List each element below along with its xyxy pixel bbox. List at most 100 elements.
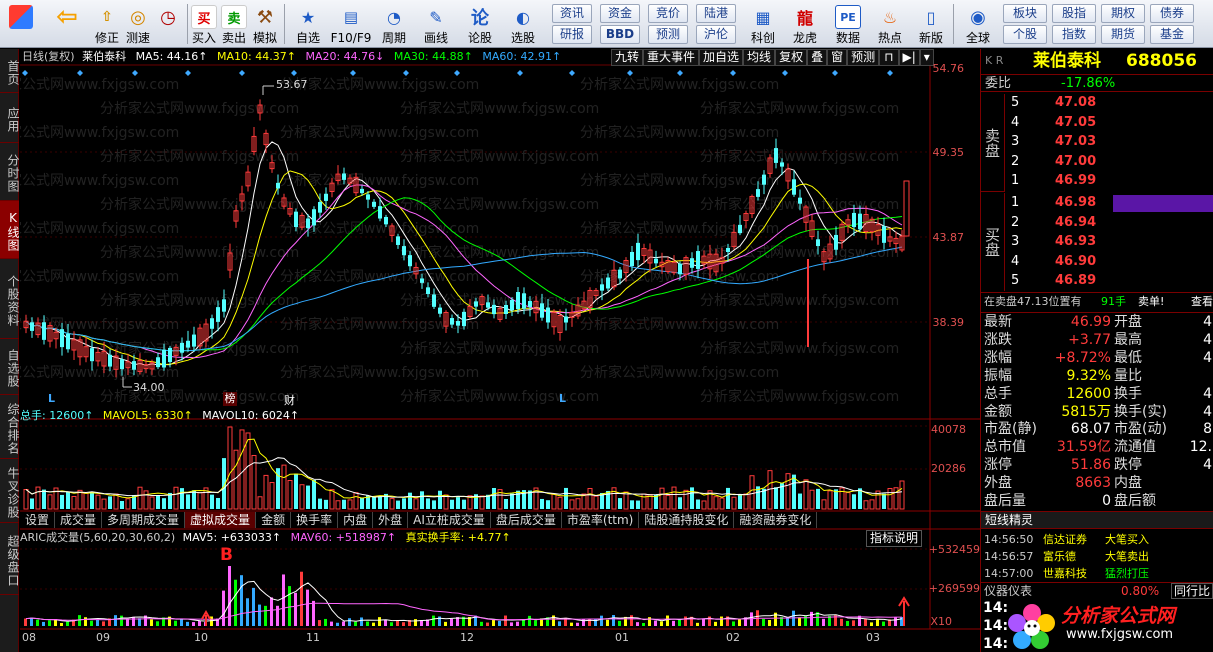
tab-volume[interactable]: 成交量	[55, 512, 103, 528]
tool-major-events[interactable]: 重大事件	[643, 49, 700, 66]
tab-index[interactable]: 指数	[1052, 25, 1096, 44]
period-label[interactable]: 日线(复权)	[22, 50, 75, 63]
tool-forecast[interactable]: 预测	[847, 49, 880, 66]
volume-bar	[108, 496, 112, 509]
nav-apps[interactable]: 应用	[0, 93, 20, 143]
aric-bar	[510, 622, 513, 626]
nav-stock-profile[interactable]: 个股资料	[0, 259, 20, 339]
nav-kline[interactable]: K线图	[0, 201, 20, 259]
dragon-icon: 龍	[796, 9, 813, 28]
global-button[interactable]: ◉ 全球	[958, 2, 998, 46]
tab-after-hours-volume[interactable]: 盘后成交量	[491, 512, 562, 528]
tab-shanghai-london[interactable]: 沪伦	[696, 25, 736, 44]
tool-overlay[interactable]: 叠	[807, 49, 828, 66]
nav-ranking[interactable]: 综合排名	[0, 395, 20, 459]
speed-test-button[interactable]: ◎ 测速	[124, 2, 152, 46]
nav-diagnosis[interactable]: 牛叉诊股	[0, 459, 20, 523]
aric-bar	[432, 615, 435, 626]
tool-nine-turn[interactable]: 九转	[611, 49, 644, 66]
finance-marker[interactable]: 财	[284, 392, 295, 408]
news-item[interactable]: 14:56:57 富乐德 大笔卖出	[981, 548, 1213, 565]
ask-row[interactable]: 2 47.00	[1005, 153, 1213, 171]
candle	[903, 180, 910, 237]
tab-research[interactable]: 研报	[552, 25, 592, 44]
tab-options[interactable]: 期权	[1101, 4, 1145, 23]
tab-funds[interactable]: 资金	[600, 4, 640, 23]
tab-settings[interactable]: 设置	[20, 512, 56, 528]
tool-window[interactable]: 窗	[827, 49, 848, 66]
view-link[interactable]: 查看	[1191, 293, 1213, 311]
list-marker[interactable]: 榜	[223, 392, 237, 406]
volume-bar	[294, 473, 298, 509]
tab-futures[interactable]: 期货	[1101, 25, 1145, 44]
tab-index-futures[interactable]: 股指	[1052, 4, 1096, 23]
peer-compare-button[interactable]: 同行比	[1171, 583, 1213, 599]
tab-news[interactable]: 资讯	[552, 4, 592, 23]
news-item[interactable]: 14:56:50 信达证券 大笔买入	[981, 531, 1213, 548]
tab-bonds[interactable]: 债券	[1150, 4, 1194, 23]
ask-row[interactable]: 5 47.08	[1005, 94, 1213, 112]
stock-picker-button[interactable]: ◐ 选股	[503, 2, 543, 46]
ma5-label: MA5: 44.16↑	[135, 50, 208, 63]
aric-bar	[450, 618, 453, 626]
nav-home[interactable]: 首页	[0, 49, 20, 93]
tab-stock[interactable]: 个股	[1003, 25, 1047, 44]
volume-bar	[803, 479, 809, 510]
tab-outer[interactable]: 外盘	[373, 512, 409, 528]
tab-amount[interactable]: 金额	[256, 512, 292, 528]
watchlist-button[interactable]: ★ 自选	[290, 2, 326, 46]
bid-row[interactable]: 1 46.98	[1005, 194, 1213, 212]
tab-hk-holding[interactable]: 陆股通持股变化	[639, 512, 735, 528]
tool-ma[interactable]: 均线	[743, 49, 776, 66]
buy-button[interactable]: 买 买入	[190, 2, 218, 46]
dragon-tiger-button[interactable]: 龍 龙虎	[787, 2, 823, 46]
volume-bar	[299, 484, 305, 510]
indicator-explain-button[interactable]: 指标说明	[866, 530, 923, 547]
nav-watchlist[interactable]: 自选股	[0, 339, 20, 395]
tab-sector[interactable]: 板块	[1003, 4, 1047, 23]
correct-button[interactable]: ⇧ 修正	[92, 2, 122, 46]
ask-row[interactable]: 1 46.99	[1005, 172, 1213, 190]
bid-row[interactable]: 3 46.93	[1005, 233, 1213, 251]
tab-pe-ttm[interactable]: 市盈率(ttm)	[562, 512, 640, 528]
discuss-button[interactable]: 论 论股	[463, 2, 497, 46]
period-button[interactable]: ◔ 周期	[376, 2, 412, 46]
tab-bbd[interactable]: BBD	[600, 25, 640, 44]
nav-timeshare[interactable]: 分时图	[0, 143, 20, 201]
bid-row[interactable]: 2 46.94	[1005, 214, 1213, 232]
tab-margin[interactable]: 融资融券变化	[734, 512, 818, 528]
tab-virtual-volume[interactable]: 虚拟成交量	[185, 512, 257, 528]
simulate-button[interactable]: ⚒ 模拟	[250, 2, 280, 46]
bid-row[interactable]: 4 46.90	[1005, 253, 1213, 271]
tab-forecast[interactable]: 预测	[648, 25, 688, 44]
data-button[interactable]: PE 数据	[830, 2, 866, 46]
ask-row[interactable]: 3 47.03	[1005, 133, 1213, 151]
lock-icon[interactable]: ⊓	[879, 49, 899, 66]
star-market-button[interactable]: ▦ 科创	[745, 2, 781, 46]
tab-inner[interactable]: 内盘	[338, 512, 374, 528]
new-version-button[interactable]: ▯ 新版	[913, 2, 949, 46]
nav-super-order[interactable]: 超级盘口	[0, 523, 20, 595]
f10-button[interactable]: ▤ F10/F9	[330, 2, 372, 46]
bid-row[interactable]: 5 46.89	[1005, 272, 1213, 290]
tab-turnover[interactable]: 换手率	[291, 512, 339, 528]
tab-hk-connect[interactable]: 陆港	[696, 4, 736, 23]
tab-funds-2[interactable]: 基金	[1150, 25, 1194, 44]
news-item[interactable]: 14:57:00 世嘉科技 猛烈打压	[981, 565, 1213, 582]
draw-line-button[interactable]: ✎ 画线	[418, 2, 454, 46]
tool-add-watch[interactable]: 加自选	[699, 49, 744, 66]
grid-button[interactable]	[6, 2, 36, 46]
tab-multi-period-volume[interactable]: 多周期成交量	[102, 512, 186, 528]
hotspot-button[interactable]: ♨ 热点	[872, 2, 908, 46]
back-arrow-icon: ⇦	[56, 2, 78, 32]
tab-ai-volume[interactable]: AI立桩成交量	[408, 512, 491, 528]
sell-button[interactable]: 卖 卖出	[220, 2, 248, 46]
tab-auction[interactable]: 竞价	[648, 4, 688, 23]
date-label: 09	[96, 631, 110, 644]
collapse-icon[interactable]: ▶|	[898, 49, 920, 66]
back-button[interactable]: ⇦	[52, 2, 82, 46]
clock-button[interactable]: ◷ 测速	[153, 2, 183, 46]
tool-adjust[interactable]: 复权	[775, 49, 808, 66]
kline-chart[interactable]: 分析家公式网www.fxjgsw.com 分析家公式网www.fxjgsw.com…	[20, 49, 980, 652]
ask-row[interactable]: 4 47.05	[1005, 114, 1213, 132]
